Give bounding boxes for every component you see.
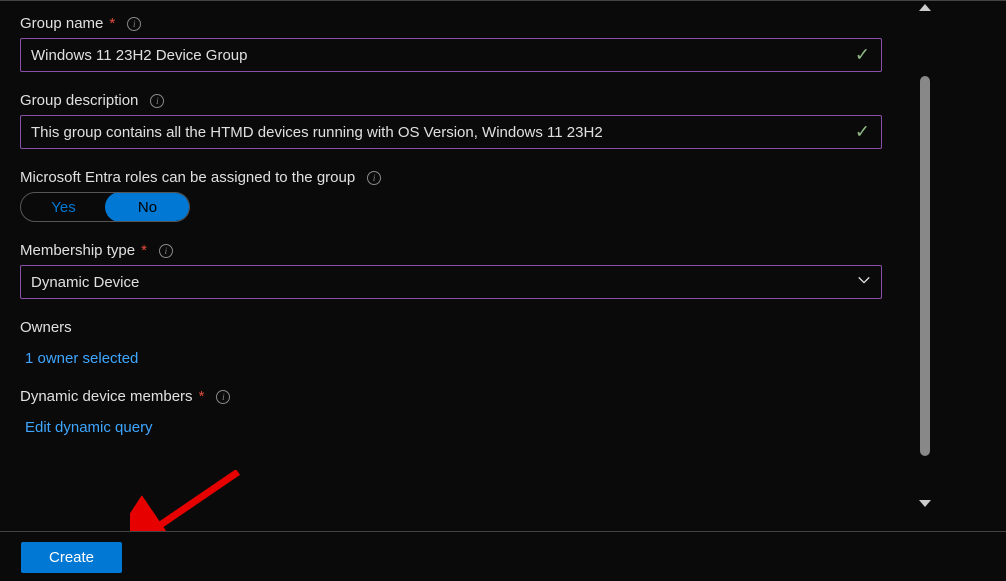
group-name-label: Group name * i (20, 15, 892, 32)
dynamic-members-label: Dynamic device members * i (20, 388, 892, 405)
group-name-input-wrapper: ✓ (20, 38, 882, 72)
entra-roles-field: Microsoft Entra roles can be assigned to… (20, 169, 892, 222)
scrollbar[interactable] (916, 4, 934, 509)
group-description-label-text: Group description (20, 92, 138, 109)
group-name-input[interactable] (20, 38, 882, 72)
owners-link[interactable]: 1 owner selected (20, 350, 138, 367)
group-description-input[interactable] (20, 115, 882, 149)
form-content: Group name * i ✓ Group description i ✓ M… (0, 1, 912, 511)
membership-type-label: Membership type * i (20, 242, 892, 259)
entra-roles-toggle: Yes No (20, 192, 190, 222)
info-icon[interactable]: i (150, 94, 164, 108)
owners-label-text: Owners (20, 319, 72, 336)
owners-label: Owners (20, 319, 892, 336)
group-description-label: Group description i (20, 92, 892, 109)
required-indicator: * (141, 242, 147, 259)
required-indicator: * (199, 388, 205, 405)
scrollbar-thumb[interactable] (920, 76, 930, 456)
group-description-field: Group description i ✓ (20, 92, 892, 149)
entra-roles-label: Microsoft Entra roles can be assigned to… (20, 169, 892, 186)
chevron-down-icon (857, 273, 871, 291)
toggle-yes-button[interactable]: Yes (21, 193, 106, 221)
entra-roles-label-text: Microsoft Entra roles can be assigned to… (20, 169, 355, 186)
scrollbar-up-icon[interactable] (919, 4, 931, 11)
group-name-label-text: Group name (20, 15, 103, 32)
info-icon[interactable]: i (216, 390, 230, 404)
footer-bar: Create (0, 531, 1006, 581)
membership-type-dropdown[interactable]: Dynamic Device (20, 265, 882, 299)
scrollbar-down-icon[interactable] (919, 500, 931, 507)
required-indicator: * (109, 15, 115, 32)
membership-type-label-text: Membership type (20, 242, 135, 259)
dynamic-members-label-text: Dynamic device members (20, 388, 193, 405)
owners-field: Owners 1 owner selected (20, 319, 892, 368)
dynamic-members-field: Dynamic device members * i Edit dynamic … (20, 388, 892, 437)
group-description-input-wrapper: ✓ (20, 115, 882, 149)
info-icon[interactable]: i (367, 171, 381, 185)
group-name-field: Group name * i ✓ (20, 15, 892, 72)
membership-type-value: Dynamic Device (31, 274, 139, 291)
membership-type-field: Membership type * i Dynamic Device (20, 242, 892, 299)
toggle-no-button[interactable]: No (105, 192, 190, 222)
create-button[interactable]: Create (21, 542, 122, 573)
info-icon[interactable]: i (159, 244, 173, 258)
info-icon[interactable]: i (127, 17, 141, 31)
edit-dynamic-query-link[interactable]: Edit dynamic query (20, 419, 153, 436)
